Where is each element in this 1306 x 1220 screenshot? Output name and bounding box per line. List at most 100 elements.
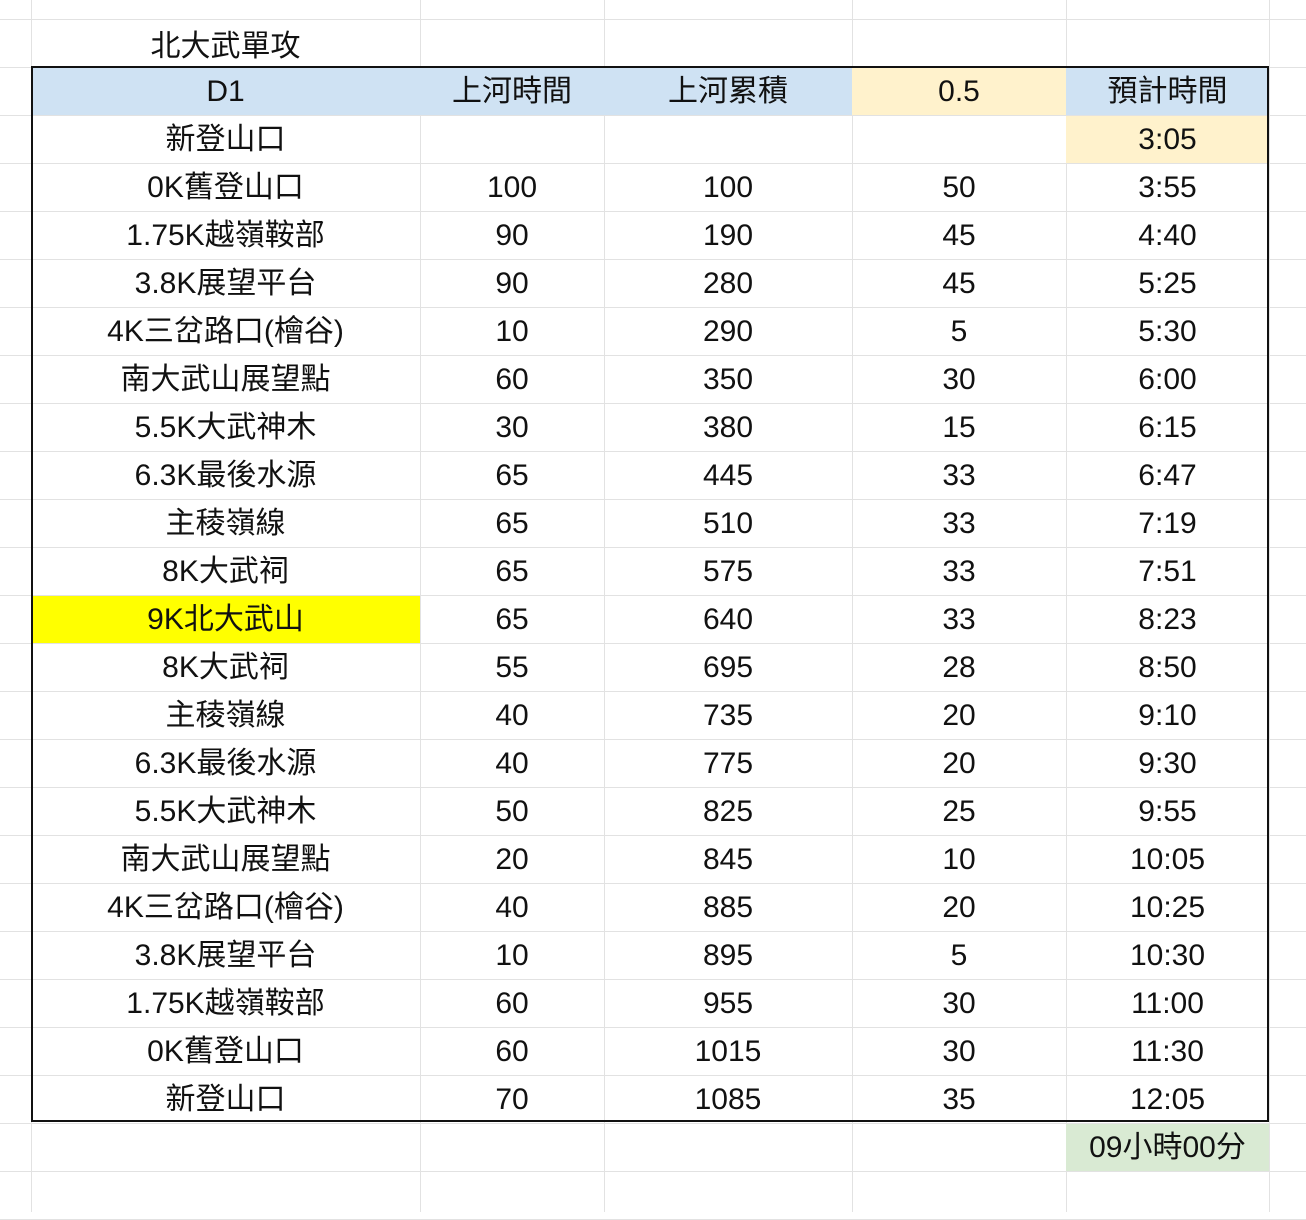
cumulative-cell[interactable]: 290 <box>604 308 852 355</box>
factor-value-cell[interactable]: 28 <box>852 644 1066 691</box>
waypoint-cell[interactable]: 0K舊登山口 <box>31 164 420 211</box>
estimated-time-cell[interactable]: 9:10 <box>1066 692 1269 739</box>
cumulative-cell[interactable]: 955 <box>604 980 852 1027</box>
cumulative-cell[interactable]: 895 <box>604 932 852 979</box>
factor-value-cell[interactable]: 5 <box>852 932 1066 979</box>
segment-time-cell[interactable]: 60 <box>420 356 604 403</box>
segment-time-cell[interactable]: 70 <box>420 1076 604 1123</box>
estimated-time-cell[interactable]: 12:05 <box>1066 1076 1269 1123</box>
estimated-time-cell[interactable]: 9:55 <box>1066 788 1269 835</box>
factor-value-cell[interactable]: 20 <box>852 884 1066 931</box>
waypoint-cell[interactable]: 主稜嶺線 <box>31 500 420 547</box>
factor-value-cell[interactable]: 20 <box>852 692 1066 739</box>
waypoint-cell[interactable]: 9K北大武山 <box>31 596 420 643</box>
factor-value-cell[interactable]: 10 <box>852 836 1066 883</box>
factor-value-cell[interactable]: 15 <box>852 404 1066 451</box>
segment-time-cell[interactable]: 40 <box>420 692 604 739</box>
header-cell-cumulative[interactable]: 上河累積 <box>604 68 852 115</box>
cumulative-cell[interactable]: 190 <box>604 212 852 259</box>
estimated-time-cell[interactable]: 4:40 <box>1066 212 1269 259</box>
estimated-time-cell[interactable]: 5:30 <box>1066 308 1269 355</box>
segment-time-cell[interactable]: 10 <box>420 932 604 979</box>
factor-value-cell[interactable]: 50 <box>852 164 1066 211</box>
estimated-time-cell[interactable]: 10:25 <box>1066 884 1269 931</box>
factor-value-cell[interactable]: 35 <box>852 1076 1066 1123</box>
waypoint-cell[interactable]: 1.75K越嶺鞍部 <box>31 980 420 1027</box>
factor-value-cell[interactable] <box>852 116 1066 163</box>
factor-value-cell[interactable]: 30 <box>852 356 1066 403</box>
waypoint-cell[interactable]: 8K大武祠 <box>31 644 420 691</box>
estimated-time-cell[interactable]: 7:51 <box>1066 548 1269 595</box>
cumulative-cell[interactable]: 1015 <box>604 1028 852 1075</box>
waypoint-cell[interactable]: 4K三岔路口(檜谷) <box>31 308 420 355</box>
header-cell-estimated-time[interactable]: 預計時間 <box>1066 68 1269 115</box>
segment-time-cell[interactable]: 40 <box>420 740 604 787</box>
cumulative-cell[interactable]: 1085 <box>604 1076 852 1123</box>
waypoint-cell[interactable]: 5.5K大武神木 <box>31 788 420 835</box>
cumulative-cell[interactable]: 445 <box>604 452 852 499</box>
estimated-time-cell[interactable]: 3:05 <box>1066 116 1269 163</box>
cumulative-cell[interactable]: 825 <box>604 788 852 835</box>
factor-value-cell[interactable]: 33 <box>852 596 1066 643</box>
estimated-time-cell[interactable]: 6:15 <box>1066 404 1269 451</box>
estimated-time-cell[interactable]: 11:30 <box>1066 1028 1269 1075</box>
cumulative-cell[interactable]: 640 <box>604 596 852 643</box>
header-cell-day[interactable]: D1 <box>31 68 420 115</box>
total-duration-cell[interactable]: 09小時00分 <box>1066 1124 1269 1171</box>
cumulative-cell[interactable] <box>604 116 852 163</box>
estimated-time-cell[interactable]: 8:50 <box>1066 644 1269 691</box>
factor-value-cell[interactable]: 30 <box>852 980 1066 1027</box>
cumulative-cell[interactable]: 100 <box>604 164 852 211</box>
estimated-time-cell[interactable]: 10:05 <box>1066 836 1269 883</box>
factor-value-cell[interactable]: 25 <box>852 788 1066 835</box>
segment-time-cell[interactable]: 65 <box>420 500 604 547</box>
waypoint-cell[interactable]: 新登山口 <box>31 116 420 163</box>
estimated-time-cell[interactable]: 3:55 <box>1066 164 1269 211</box>
segment-time-cell[interactable]: 100 <box>420 164 604 211</box>
cumulative-cell[interactable]: 735 <box>604 692 852 739</box>
cumulative-cell[interactable]: 775 <box>604 740 852 787</box>
waypoint-cell[interactable]: 6.3K最後水源 <box>31 740 420 787</box>
factor-value-cell[interactable]: 33 <box>852 548 1066 595</box>
cumulative-cell[interactable]: 695 <box>604 644 852 691</box>
factor-value-cell[interactable]: 33 <box>852 500 1066 547</box>
factor-value-cell[interactable]: 30 <box>852 1028 1066 1075</box>
segment-time-cell[interactable]: 90 <box>420 260 604 307</box>
factor-value-cell[interactable]: 5 <box>852 308 1066 355</box>
segment-time-cell[interactable]: 55 <box>420 644 604 691</box>
segment-time-cell[interactable]: 10 <box>420 308 604 355</box>
cumulative-cell[interactable]: 280 <box>604 260 852 307</box>
waypoint-cell[interactable]: 6.3K最後水源 <box>31 452 420 499</box>
cumulative-cell[interactable]: 845 <box>604 836 852 883</box>
cumulative-cell[interactable]: 380 <box>604 404 852 451</box>
header-cell-factor[interactable]: 0.5 <box>852 68 1066 115</box>
estimated-time-cell[interactable]: 7:19 <box>1066 500 1269 547</box>
segment-time-cell[interactable]: 65 <box>420 452 604 499</box>
segment-time-cell[interactable]: 60 <box>420 980 604 1027</box>
segment-time-cell[interactable]: 65 <box>420 548 604 595</box>
estimated-time-cell[interactable]: 6:47 <box>1066 452 1269 499</box>
waypoint-cell[interactable]: 5.5K大武神木 <box>31 404 420 451</box>
cumulative-cell[interactable]: 510 <box>604 500 852 547</box>
waypoint-cell[interactable]: 南大武山展望點 <box>31 356 420 403</box>
estimated-time-cell[interactable]: 8:23 <box>1066 596 1269 643</box>
waypoint-cell[interactable]: 3.8K展望平台 <box>31 260 420 307</box>
segment-time-cell[interactable]: 50 <box>420 788 604 835</box>
estimated-time-cell[interactable]: 11:00 <box>1066 980 1269 1027</box>
estimated-time-cell[interactable]: 6:00 <box>1066 356 1269 403</box>
segment-time-cell[interactable]: 90 <box>420 212 604 259</box>
segment-time-cell[interactable]: 40 <box>420 884 604 931</box>
estimated-time-cell[interactable]: 5:25 <box>1066 260 1269 307</box>
waypoint-cell[interactable]: 0K舊登山口 <box>31 1028 420 1075</box>
segment-time-cell[interactable] <box>420 116 604 163</box>
waypoint-cell[interactable]: 4K三岔路口(檜谷) <box>31 884 420 931</box>
waypoint-cell[interactable]: 8K大武祠 <box>31 548 420 595</box>
factor-value-cell[interactable]: 45 <box>852 260 1066 307</box>
waypoint-cell[interactable]: 主稜嶺線 <box>31 692 420 739</box>
cumulative-cell[interactable]: 575 <box>604 548 852 595</box>
sheet-title-cell[interactable]: 北大武單攻 <box>31 19 420 66</box>
factor-value-cell[interactable]: 20 <box>852 740 1066 787</box>
waypoint-cell[interactable]: 3.8K展望平台 <box>31 932 420 979</box>
segment-time-cell[interactable]: 60 <box>420 1028 604 1075</box>
waypoint-cell[interactable]: 南大武山展望點 <box>31 836 420 883</box>
